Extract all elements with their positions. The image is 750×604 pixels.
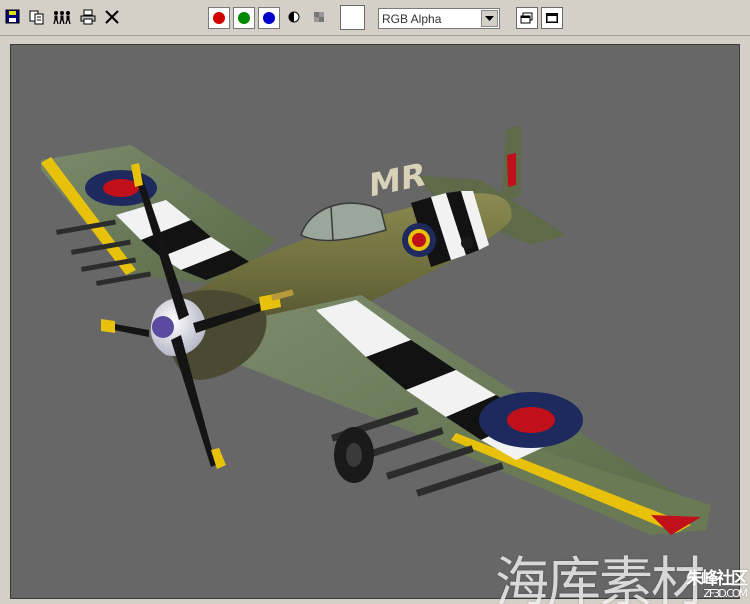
red-dot-icon (213, 12, 225, 24)
clear-icon[interactable] (103, 8, 121, 26)
save-icon[interactable] (4, 8, 22, 26)
green-channel-button[interactable] (233, 7, 255, 29)
maximize-icon (546, 13, 558, 23)
clone-icon[interactable] (28, 8, 46, 26)
aircraft-code: MR (369, 155, 426, 205)
toolbar: RGB Alpha (0, 0, 750, 36)
watermark-logo-url: ZF3D.COM (703, 587, 748, 600)
restore-window-button[interactable] (516, 7, 538, 29)
maximize-window-button[interactable] (541, 7, 563, 29)
watermark-text: 海库素材 (495, 551, 705, 604)
render-viewport: MR (10, 44, 740, 599)
watermark-logo-cn: 朱峰社区 (686, 569, 748, 589)
red-channel-button[interactable] (208, 7, 230, 29)
channel-display-select[interactable]: RGB Alpha (378, 8, 500, 29)
aircraft-render: MR (41, 125, 711, 535)
chevron-down-icon[interactable] (481, 10, 498, 27)
print-icon[interactable] (79, 8, 97, 26)
watermark: 海库素材 朱峰社区 ZF3D.COM (495, 538, 750, 604)
channel-display-value: RGB Alpha (382, 11, 442, 26)
blue-dot-icon (263, 12, 275, 24)
monochrome-icon[interactable] (286, 9, 304, 27)
watermark-logo: 朱峰社区 ZF3D.COM (686, 569, 748, 600)
blue-channel-button[interactable] (258, 7, 280, 29)
alpha-checker-icon[interactable] (311, 9, 329, 27)
color-swatch[interactable] (340, 5, 365, 30)
restore-icon (520, 12, 533, 24)
green-dot-icon (238, 12, 250, 24)
users-icon[interactable] (52, 8, 72, 26)
